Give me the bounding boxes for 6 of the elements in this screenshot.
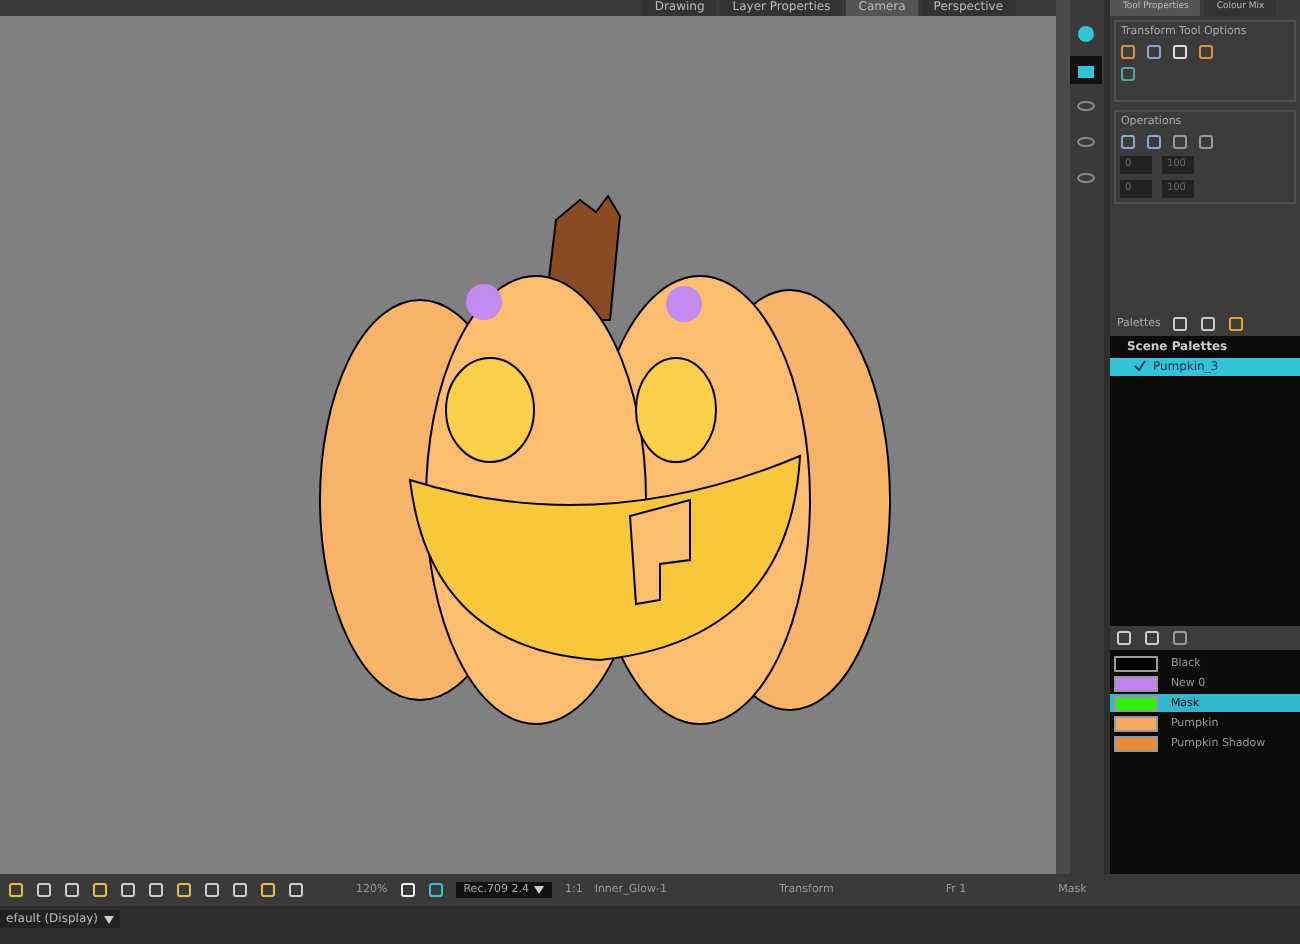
caret-icon [104,915,115,923]
check-icon [1134,360,1147,372]
square-icon[interactable] [1120,66,1137,82]
pivot-handle[interactable] [666,286,702,322]
pivot-handle[interactable] [466,284,502,320]
caret-icon [534,886,545,894]
